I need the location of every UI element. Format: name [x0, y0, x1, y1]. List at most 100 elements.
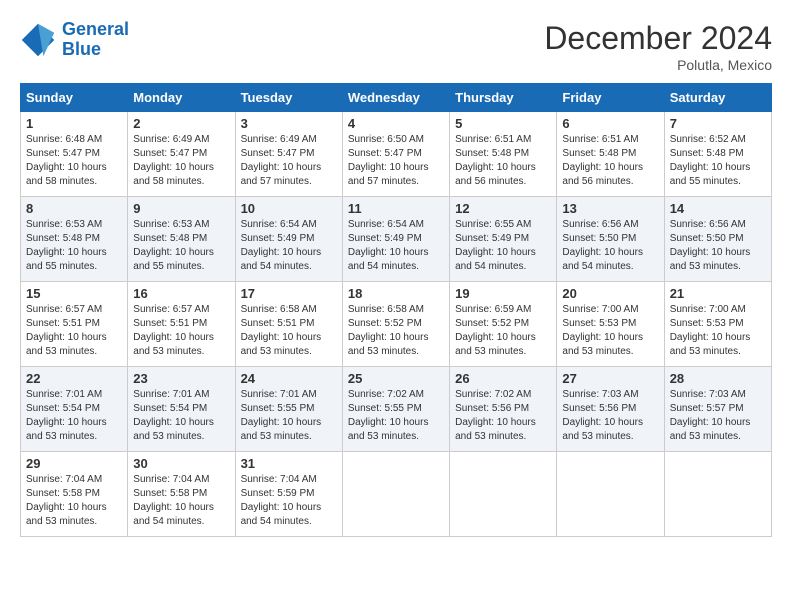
- calendar-cell: 22 Sunrise: 7:01 AM Sunset: 5:54 PM Dayli…: [21, 367, 128, 452]
- day-number: 31: [241, 456, 337, 471]
- calendar-week-3: 15Sunrise: 6:57 AM Sunset: 5:51 PM Dayli…: [21, 282, 772, 367]
- day-number: 26: [455, 371, 551, 386]
- day-number: 4: [348, 116, 444, 131]
- calendar-cell: 15Sunrise: 6:57 AM Sunset: 5:51 PM Dayli…: [21, 282, 128, 367]
- day-number: 2: [133, 116, 229, 131]
- col-saturday: Saturday: [664, 84, 771, 112]
- col-friday: Friday: [557, 84, 664, 112]
- logo-icon: [20, 22, 56, 58]
- day-number: 14: [670, 201, 766, 216]
- calendar-cell: 27 Sunrise: 7:03 AM Sunset: 5:56 PM Dayli…: [557, 367, 664, 452]
- calendar-cell: 5 Sunrise: 6:51 AM Sunset: 5:48 PM Daylig…: [450, 112, 557, 197]
- calendar-cell: 28 Sunrise: 7:03 AM Sunset: 5:57 PM Dayli…: [664, 367, 771, 452]
- day-info: Sunrise: 7:01 AM Sunset: 5:55 PM Dayligh…: [241, 388, 337, 444]
- calendar-cell: 23Sunrise: 7:01 AM Sunset: 5:54 PM Dayli…: [128, 367, 235, 452]
- day-number: 7: [670, 116, 766, 131]
- calendar-cell: [557, 452, 664, 537]
- day-info: Sunrise: 6:50 AM Sunset: 5:47 PM Dayligh…: [348, 133, 444, 189]
- day-number: 20: [562, 286, 658, 301]
- calendar-cell: 14Sunrise: 6:56 AM Sunset: 5:50 PM Dayli…: [664, 197, 771, 282]
- calendar-cell: 4 Sunrise: 6:50 AM Sunset: 5:47 PM Daylig…: [342, 112, 449, 197]
- day-info: Sunrise: 6:51 AM Sunset: 5:48 PM Dayligh…: [562, 133, 658, 189]
- day-info: Sunrise: 6:54 AM Sunset: 5:49 PM Dayligh…: [241, 218, 337, 274]
- day-info: Sunrise: 7:01 AM Sunset: 5:54 PM Dayligh…: [26, 388, 122, 444]
- calendar-cell: 8Sunrise: 6:53 AM Sunset: 5:48 PM Daylig…: [21, 197, 128, 282]
- col-thursday: Thursday: [450, 84, 557, 112]
- day-number: 8: [26, 201, 122, 216]
- day-number: 1: [26, 116, 122, 131]
- calendar-cell: 6 Sunrise: 6:51 AM Sunset: 5:48 PM Daylig…: [557, 112, 664, 197]
- calendar-cell: 19 Sunrise: 6:59 AM Sunset: 5:52 PM Dayli…: [450, 282, 557, 367]
- calendar-cell: 21Sunrise: 7:00 AM Sunset: 5:53 PM Dayli…: [664, 282, 771, 367]
- day-info: Sunrise: 6:49 AM Sunset: 5:47 PM Dayligh…: [133, 133, 229, 189]
- day-number: 25: [348, 371, 444, 386]
- logo-text: General Blue: [62, 20, 129, 60]
- logo-name1: General: [62, 19, 129, 39]
- day-info: Sunrise: 7:02 AM Sunset: 5:55 PM Dayligh…: [348, 388, 444, 444]
- day-info: Sunrise: 6:57 AM Sunset: 5:51 PM Dayligh…: [133, 303, 229, 359]
- month-title: December 2024: [544, 20, 772, 57]
- calendar-cell: 1Sunrise: 6:48 AM Sunset: 5:47 PM Daylig…: [21, 112, 128, 197]
- day-number: 13: [562, 201, 658, 216]
- day-info: Sunrise: 7:04 AM Sunset: 5:59 PM Dayligh…: [241, 473, 337, 529]
- day-info: Sunrise: 6:52 AM Sunset: 5:48 PM Dayligh…: [670, 133, 766, 189]
- day-number: 5: [455, 116, 551, 131]
- day-number: 19: [455, 286, 551, 301]
- calendar-cell: 17Sunrise: 6:58 AM Sunset: 5:51 PM Dayli…: [235, 282, 342, 367]
- day-info: Sunrise: 7:03 AM Sunset: 5:56 PM Dayligh…: [562, 388, 658, 444]
- day-info: Sunrise: 6:55 AM Sunset: 5:49 PM Dayligh…: [455, 218, 551, 274]
- col-sunday: Sunday: [21, 84, 128, 112]
- day-number: 27: [562, 371, 658, 386]
- calendar-cell: 20 Sunrise: 7:00 AM Sunset: 5:53 PM Dayli…: [557, 282, 664, 367]
- col-monday: Monday: [128, 84, 235, 112]
- calendar-table: Sunday Monday Tuesday Wednesday Thursday…: [20, 83, 772, 537]
- calendar-cell: 30Sunrise: 7:04 AM Sunset: 5:58 PM Dayli…: [128, 452, 235, 537]
- header-row: Sunday Monday Tuesday Wednesday Thursday…: [21, 84, 772, 112]
- col-tuesday: Tuesday: [235, 84, 342, 112]
- calendar-cell: 11Sunrise: 6:54 AM Sunset: 5:49 PM Dayli…: [342, 197, 449, 282]
- day-number: 17: [241, 286, 337, 301]
- day-number: 18: [348, 286, 444, 301]
- calendar-cell: 25 Sunrise: 7:02 AM Sunset: 5:55 PM Dayli…: [342, 367, 449, 452]
- day-number: 3: [241, 116, 337, 131]
- day-number: 23: [133, 371, 229, 386]
- day-info: Sunrise: 7:03 AM Sunset: 5:57 PM Dayligh…: [670, 388, 766, 444]
- calendar-cell: 13Sunrise: 6:56 AM Sunset: 5:50 PM Dayli…: [557, 197, 664, 282]
- day-info: Sunrise: 7:00 AM Sunset: 5:53 PM Dayligh…: [562, 303, 658, 359]
- day-number: 12: [455, 201, 551, 216]
- calendar-cell: 10 Sunrise: 6:54 AM Sunset: 5:49 PM Dayli…: [235, 197, 342, 282]
- calendar-cell: 2 Sunrise: 6:49 AM Sunset: 5:47 PM Daylig…: [128, 112, 235, 197]
- day-number: 28: [670, 371, 766, 386]
- day-number: 11: [348, 201, 444, 216]
- day-number: 29: [26, 456, 122, 471]
- day-info: Sunrise: 6:57 AM Sunset: 5:51 PM Dayligh…: [26, 303, 122, 359]
- day-number: 24: [241, 371, 337, 386]
- day-number: 6: [562, 116, 658, 131]
- logo: General Blue: [20, 20, 129, 60]
- calendar-week-4: 22 Sunrise: 7:01 AM Sunset: 5:54 PM Dayli…: [21, 367, 772, 452]
- day-info: Sunrise: 6:51 AM Sunset: 5:48 PM Dayligh…: [455, 133, 551, 189]
- day-info: Sunrise: 6:53 AM Sunset: 5:48 PM Dayligh…: [133, 218, 229, 274]
- calendar-cell: 9 Sunrise: 6:53 AM Sunset: 5:48 PM Daylig…: [128, 197, 235, 282]
- title-block: December 2024 Polutla, Mexico: [544, 20, 772, 73]
- calendar-cell: 12 Sunrise: 6:55 AM Sunset: 5:49 PM Dayli…: [450, 197, 557, 282]
- page-header: General Blue December 2024 Polutla, Mexi…: [20, 20, 772, 73]
- day-info: Sunrise: 6:58 AM Sunset: 5:52 PM Dayligh…: [348, 303, 444, 359]
- calendar-week-1: 1Sunrise: 6:48 AM Sunset: 5:47 PM Daylig…: [21, 112, 772, 197]
- location: Polutla, Mexico: [544, 57, 772, 73]
- day-number: 10: [241, 201, 337, 216]
- day-number: 9: [133, 201, 229, 216]
- calendar-cell: 31 Sunrise: 7:04 AM Sunset: 5:59 PM Dayli…: [235, 452, 342, 537]
- calendar-cell: [342, 452, 449, 537]
- calendar-week-2: 8 Sunrise: 6:53 AM Sunset: 5:48 PM Daylig…: [21, 197, 772, 282]
- day-info: Sunrise: 7:04 AM Sunset: 5:58 PM Dayligh…: [133, 473, 229, 529]
- calendar-cell: 18 Sunrise: 6:58 AM Sunset: 5:52 PM Dayli…: [342, 282, 449, 367]
- day-info: Sunrise: 7:02 AM Sunset: 5:56 PM Dayligh…: [455, 388, 551, 444]
- calendar-cell: [450, 452, 557, 537]
- calendar-cell: 3Sunrise: 6:49 AM Sunset: 5:47 PM Daylig…: [235, 112, 342, 197]
- day-number: 22: [26, 371, 122, 386]
- day-info: Sunrise: 6:59 AM Sunset: 5:52 PM Dayligh…: [455, 303, 551, 359]
- col-wednesday: Wednesday: [342, 84, 449, 112]
- calendar-week-5: 29 Sunrise: 7:04 AM Sunset: 5:58 PM Dayli…: [21, 452, 772, 537]
- calendar-cell: 16Sunrise: 6:57 AM Sunset: 5:51 PM Dayli…: [128, 282, 235, 367]
